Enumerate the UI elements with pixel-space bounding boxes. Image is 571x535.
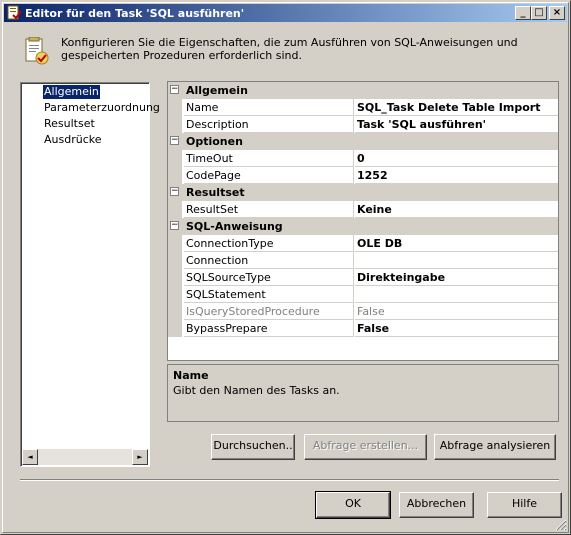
property-name: TimeOut <box>184 150 354 167</box>
category-optionen[interactable]: − Optionen <box>168 133 558 150</box>
category-sql-anweisung[interactable]: − SQL-Anweisung <box>168 218 558 235</box>
nav-item-ausdruecke[interactable]: Ausdrücke <box>43 133 103 147</box>
property-row[interactable]: CodePage 1252 <box>168 167 558 184</box>
property-name: SQLSourceType <box>184 269 354 286</box>
resize-grip-icon[interactable] <box>555 519 567 531</box>
minimize-button[interactable]: _ <box>515 6 531 20</box>
page-nav-list[interactable]: Allgemein Parameterzuordnung Resultset A… <box>20 82 160 467</box>
property-value[interactable]: False <box>355 320 558 337</box>
property-name: ConnectionType <box>184 235 354 252</box>
maximize-button[interactable]: □ <box>531 6 547 20</box>
property-value[interactable]: 0 <box>355 150 558 167</box>
help-button[interactable]: Hilfe <box>487 492 562 518</box>
property-row[interactable]: ConnectionType OLE DB <box>168 235 558 252</box>
property-description-panel: Name Gibt den Namen des Tasks an. <box>167 364 559 422</box>
property-value[interactable] <box>355 286 558 303</box>
property-value[interactable]: Task 'SQL ausführen' <box>355 116 558 133</box>
category-allgemein[interactable]: − Allgemein <box>168 82 558 99</box>
nav-item-resultset[interactable]: Resultset <box>43 117 96 131</box>
close-button[interactable]: × <box>549 6 565 20</box>
property-row[interactable]: TimeOut 0 <box>168 150 558 167</box>
category-label: SQL-Anweisung <box>186 220 283 233</box>
property-value[interactable]: SQL_Task Delete Table Import <box>355 99 558 116</box>
category-resultset[interactable]: − Resultset <box>168 184 558 201</box>
category-label: Optionen <box>186 135 243 148</box>
scroll-left-icon[interactable]: ◄ <box>22 449 38 465</box>
property-name: IsQueryStoredProcedure <box>184 303 354 320</box>
collapse-icon[interactable]: − <box>170 187 179 196</box>
property-name: Name <box>184 99 354 116</box>
property-row[interactable]: Name SQL_Task Delete Table Import <box>168 99 558 116</box>
dialog-window: Editor für den Task 'SQL ausführen' _ □ … <box>0 0 571 535</box>
property-grid[interactable]: − Allgemein Name SQL_Task Delete Table I… <box>167 81 559 361</box>
collapse-icon[interactable]: − <box>170 221 179 230</box>
scroll-track[interactable] <box>38 449 132 465</box>
property-row[interactable]: ResultSet Keine <box>168 201 558 218</box>
footer-separator <box>20 479 559 481</box>
ok-button[interactable]: OK <box>315 491 391 519</box>
property-row[interactable]: IsQueryStoredProcedure False <box>168 303 558 320</box>
title-buttons: _ □ × <box>515 6 565 20</box>
header-description: Konfigurieren Sie die Eigenschaften, die… <box>61 36 518 62</box>
collapse-icon[interactable]: − <box>170 85 179 94</box>
property-value[interactable]: Keine <box>355 201 558 218</box>
collapse-icon[interactable]: − <box>170 136 179 145</box>
build-query-button[interactable]: Abfrage erstellen... <box>304 434 427 460</box>
property-row[interactable]: Description Task 'SQL ausführen' <box>168 116 558 133</box>
window-title: Editor für den Task 'SQL ausführen' <box>25 6 245 20</box>
property-row[interactable]: BypassPrepare False <box>168 320 558 337</box>
cancel-button[interactable]: Abbrechen <box>399 492 474 518</box>
category-label: Allgemein <box>186 84 248 97</box>
title-bar[interactable]: Editor für den Task 'SQL ausführen' _ □ … <box>4 4 567 22</box>
property-name: Connection <box>184 252 354 269</box>
category-label: Resultset <box>186 186 245 199</box>
property-row[interactable]: SQLStatement <box>168 286 558 303</box>
nav-horizontal-scrollbar[interactable]: ◄ ► <box>22 449 148 465</box>
property-name: BypassPrepare <box>184 320 354 337</box>
parse-query-button[interactable]: Abfrage analysieren <box>434 434 556 460</box>
description-title: Name <box>173 369 209 382</box>
nav-item-parameterzuordnung[interactable]: Parameterzuordnung <box>43 101 161 115</box>
property-name: CodePage <box>184 167 354 184</box>
property-value[interactable] <box>355 252 558 269</box>
scroll-right-icon[interactable]: ► <box>132 449 148 465</box>
nav-item-allgemein[interactable]: Allgemein <box>42 84 101 100</box>
property-value[interactable]: OLE DB <box>355 235 558 252</box>
property-name: Description <box>184 116 354 133</box>
property-row[interactable]: SQLSourceType Direkteingabe <box>168 269 558 286</box>
property-value[interactable]: 1252 <box>355 167 558 184</box>
property-name: ResultSet <box>184 201 354 218</box>
property-row[interactable]: Connection <box>168 252 558 269</box>
browse-button[interactable]: Durchsuchen.. <box>211 434 295 460</box>
property-value[interactable]: Direkteingabe <box>355 269 558 286</box>
description-text: Gibt den Namen des Tasks an. <box>173 384 340 397</box>
sql-task-icon <box>7 5 22 20</box>
sql-task-icon <box>25 37 49 65</box>
property-value: False <box>355 303 558 320</box>
property-name: SQLStatement <box>184 286 354 303</box>
